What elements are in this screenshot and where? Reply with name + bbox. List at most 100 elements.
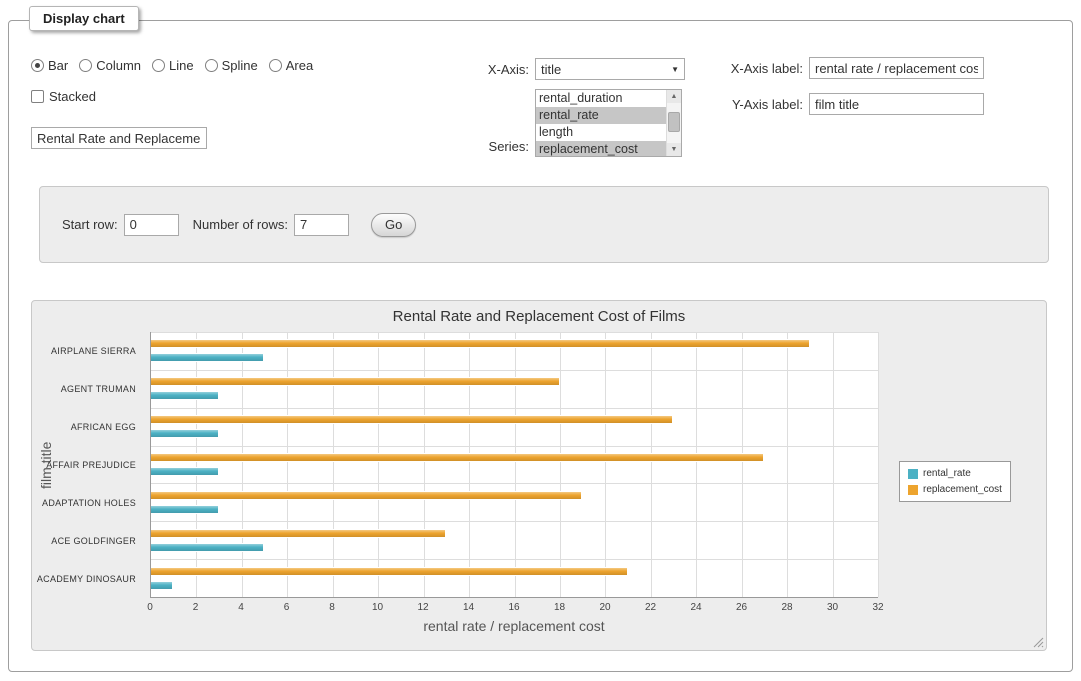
- series-option-replacement_cost[interactable]: replacement_cost: [536, 141, 666, 157]
- x-tick-label: 28: [781, 602, 792, 613]
- series-option-rental_duration[interactable]: rental_duration: [536, 90, 666, 107]
- series-group: Series: rental_durationrental_ratelength…: [429, 89, 682, 157]
- series-options: rental_durationrental_ratelengthreplacem…: [536, 90, 666, 156]
- radio-button-icon[interactable]: [79, 59, 92, 72]
- radio-label: Line: [169, 58, 194, 73]
- radio-line[interactable]: Line: [152, 58, 194, 73]
- x-tick-label: 10: [372, 602, 383, 613]
- bar-rental_rate[interactable]: [151, 543, 264, 552]
- bar-group-affair-prejudice: [151, 446, 878, 484]
- series-multiselect[interactable]: rental_durationrental_ratelengthreplacem…: [535, 89, 682, 157]
- number-of-rows-input[interactable]: [294, 214, 349, 236]
- bar-group-agent-truman: [151, 370, 878, 408]
- bar-group-academy-dinosaur: [151, 559, 878, 597]
- x-tick-label: 2: [193, 602, 199, 613]
- x-tick-label: 22: [645, 602, 656, 613]
- x-axis-selected-value: title: [541, 62, 561, 77]
- go-button[interactable]: Go: [371, 213, 416, 237]
- bar-rental_rate[interactable]: [151, 429, 219, 438]
- series-select-label: Series:: [429, 139, 529, 154]
- x-axis-tick-labels: 02468101214161820222426283032: [150, 602, 878, 614]
- radio-bar[interactable]: Bar: [31, 58, 68, 73]
- radio-button-icon[interactable]: [152, 59, 165, 72]
- category-label: ADAPTATION HOLES: [32, 484, 144, 522]
- x-axis-group: X-Axis: title ▼: [429, 58, 685, 80]
- bar-replacement_cost[interactable]: [151, 339, 810, 348]
- radio-button-icon[interactable]: [205, 59, 218, 72]
- radio-label: Column: [96, 58, 141, 73]
- stacked-checkbox-row[interactable]: Stacked: [31, 89, 96, 104]
- radio-spline[interactable]: Spline: [205, 58, 258, 73]
- x-tick-label: 30: [827, 602, 838, 613]
- legend-item-rental_rate[interactable]: rental_rate: [908, 468, 1002, 479]
- radio-column[interactable]: Column: [79, 58, 141, 73]
- chart-type-radio-group: Bar Column Line Spline Area: [31, 58, 313, 73]
- legend-label: rental_rate: [923, 468, 971, 479]
- start-row-input[interactable]: [124, 214, 179, 236]
- panel-title: Display chart: [29, 6, 139, 31]
- y-axis-label-group: Y-Axis label:: [721, 93, 984, 115]
- x-tick-label: 16: [508, 602, 519, 613]
- x-tick-label: 8: [329, 602, 335, 613]
- bar-replacement_cost[interactable]: [151, 415, 673, 424]
- legend-item-replacement_cost[interactable]: replacement_cost: [908, 484, 1002, 495]
- legend-swatch-icon: [908, 469, 918, 479]
- chart-panel: Rental Rate and Replacement Cost of Film…: [31, 300, 1047, 651]
- radio-button-icon[interactable]: [31, 59, 44, 72]
- rows-panel: Start row: Number of rows: Go: [39, 186, 1049, 263]
- gridline: [878, 332, 879, 597]
- chart-title-input[interactable]: [31, 127, 207, 149]
- radio-label: Area: [286, 58, 313, 73]
- bar-group-adaptation-holes: [151, 483, 878, 521]
- bar-rental_rate[interactable]: [151, 505, 219, 514]
- chart-legend: rental_rate replacement_cost: [899, 461, 1011, 502]
- scrollbar-track[interactable]: [667, 103, 681, 143]
- stacked-checkbox[interactable]: [31, 90, 44, 103]
- category-label: ACADEMY DINOSAUR: [32, 560, 144, 598]
- x-tick-label: 0: [147, 602, 153, 613]
- bar-group-airplane-sierra: [151, 332, 878, 370]
- bar-replacement_cost[interactable]: [151, 529, 446, 538]
- series-option-length[interactable]: length: [536, 124, 666, 141]
- radio-area[interactable]: Area: [269, 58, 313, 73]
- radio-label: Spline: [222, 58, 258, 73]
- scrollbar[interactable]: ▲ ▼: [666, 90, 681, 156]
- x-axis-label-input[interactable]: [809, 57, 984, 79]
- bar-replacement_cost[interactable]: [151, 453, 764, 462]
- radio-button-icon[interactable]: [269, 59, 282, 72]
- category-label: AFFAIR PREJUDICE: [32, 446, 144, 484]
- scroll-up-icon[interactable]: ▲: [667, 90, 681, 103]
- x-axis-label-group: X-Axis label:: [721, 57, 984, 79]
- x-tick-label: 18: [554, 602, 565, 613]
- chart-title: Rental Rate and Replacement Cost of Film…: [32, 308, 1046, 325]
- x-tick-label: 32: [872, 602, 883, 613]
- category-label: AIRPLANE SIERRA: [32, 332, 144, 370]
- legend-label: replacement_cost: [923, 484, 1002, 495]
- bar-replacement_cost[interactable]: [151, 567, 628, 576]
- scroll-down-icon[interactable]: ▼: [667, 143, 681, 156]
- x-tick-label: 20: [599, 602, 610, 613]
- bar-rental_rate[interactable]: [151, 391, 219, 400]
- category-label: AGENT TRUMAN: [32, 370, 144, 408]
- bar-replacement_cost[interactable]: [151, 491, 582, 500]
- x-tick-label: 24: [690, 602, 701, 613]
- series-option-rental_rate[interactable]: rental_rate: [536, 107, 666, 124]
- bar-rental_rate[interactable]: [151, 353, 264, 362]
- bar-group-african-egg: [151, 408, 878, 446]
- bar-replacement_cost[interactable]: [151, 377, 560, 386]
- x-tick-label: 4: [238, 602, 244, 613]
- legend-swatch-icon: [908, 485, 918, 495]
- bar-rental_rate[interactable]: [151, 467, 219, 476]
- resize-handle-icon[interactable]: [1032, 636, 1044, 648]
- scrollbar-thumb[interactable]: [668, 112, 680, 132]
- category-label: AFRICAN EGG: [32, 408, 144, 446]
- chart-x-axis-title: rental rate / replacement cost: [150, 618, 878, 634]
- x-axis-select[interactable]: title ▼: [535, 58, 685, 80]
- y-axis-label-input[interactable]: [809, 93, 984, 115]
- x-tick-label: 14: [463, 602, 474, 613]
- bar-rental_rate[interactable]: [151, 581, 173, 590]
- number-of-rows-label: Number of rows:: [193, 217, 288, 232]
- plot-area: [150, 332, 878, 598]
- x-axis-label-label: X-Axis label:: [721, 61, 803, 76]
- x-tick-label: 26: [736, 602, 747, 613]
